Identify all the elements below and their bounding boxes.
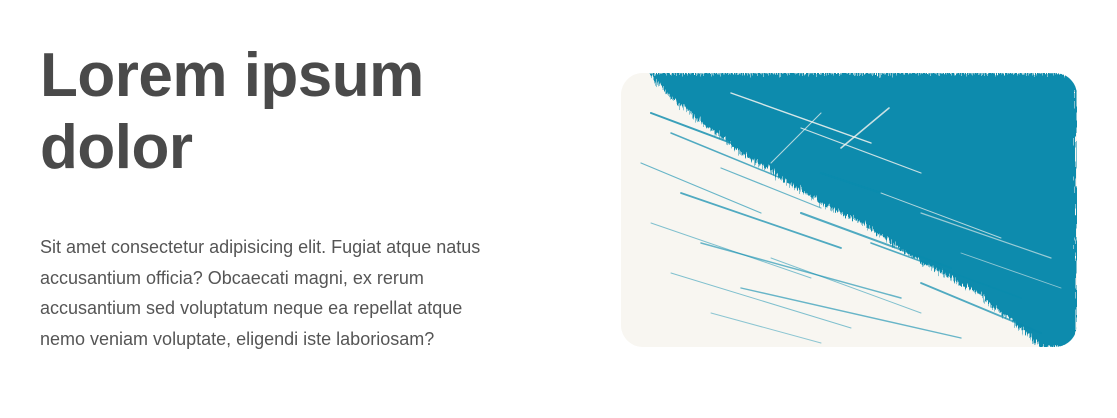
brush-stroke-illustration	[621, 73, 1077, 347]
hero-body-text: Sit amet consectetur adipisicing elit. F…	[40, 237, 481, 349]
hero-section: Lorem ipsum dolor Sit amet consectetur ad…	[0, 0, 1117, 418]
hero-text-column: Lorem ipsum dolor Sit amet consectetur ad…	[40, 40, 510, 349]
page-title-line-2: dolor	[40, 113, 193, 182]
brush-stroke-image	[621, 73, 1077, 347]
page-title-line-1: Lorem ipsum	[40, 41, 424, 110]
page-title: Lorem ipsum dolor	[40, 40, 510, 184]
